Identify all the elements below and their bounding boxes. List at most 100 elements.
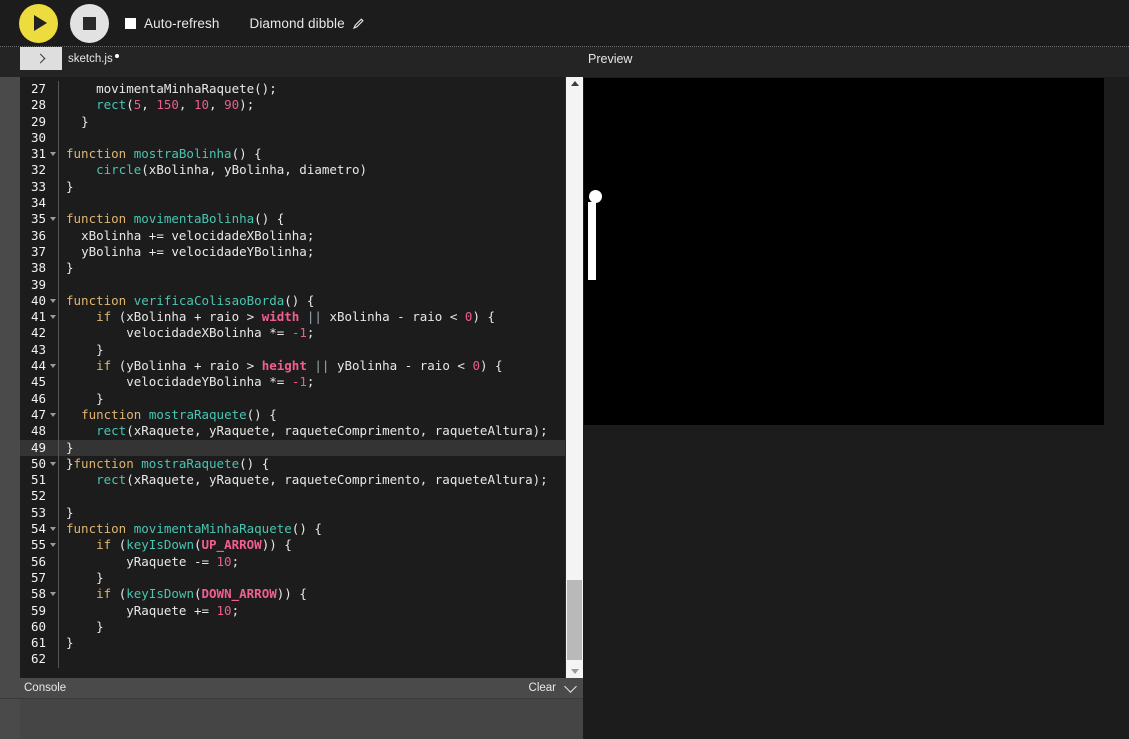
code-line[interactable]: 53} [20, 504, 565, 522]
play-icon [34, 15, 47, 31]
chevron-right-icon [35, 53, 45, 64]
code-line[interactable]: 39 [20, 276, 565, 293]
code-text: function mostraBolinha() { [66, 146, 262, 162]
line-number: 62 [30, 651, 46, 667]
code-line[interactable]: 33} [20, 178, 565, 196]
sidebar-toggle-button[interactable] [20, 47, 62, 70]
p5-web-editor: Auto-refresh Diamond dibble sketch.js Pr… [0, 0, 1129, 739]
gutter-divider [58, 211, 59, 228]
code-text: yRaquete -= 10; [66, 553, 240, 569]
stop-button[interactable] [70, 3, 109, 43]
gutter-divider [58, 97, 59, 114]
scrollbar-thumb[interactable] [567, 580, 582, 660]
code-text: if (keyIsDown(UP_ARROW)) { [96, 537, 292, 553]
auto-refresh-toggle[interactable]: Auto-refresh [125, 16, 219, 31]
line-number: 32 [30, 162, 46, 178]
gutter-divider [58, 635, 59, 652]
code-line[interactable]: 31 function mostraBolinha() { [20, 146, 565, 163]
code-line[interactable]: 54 function movimentaMinhaRaquete() { [20, 521, 565, 538]
console-output [20, 699, 583, 739]
chevron-down-icon[interactable] [564, 679, 577, 693]
code-text: circle(xBolinha, yBolinha, diametro) [96, 162, 368, 178]
code-line[interactable]: 56 yRaquete -= 10; [20, 553, 565, 570]
code-line[interactable]: 30 [20, 129, 565, 147]
paddle-shape [588, 202, 596, 280]
code-line[interactable]: 52 [20, 488, 565, 505]
code-line[interactable]: 41 if (xBolinha + raio > width || xBolin… [20, 309, 565, 326]
gutter-divider [58, 374, 59, 391]
gutter-divider [58, 472, 59, 489]
code-line[interactable]: 42 velocidadeXBolinha *= -1; [20, 325, 565, 342]
gutter-divider [58, 602, 59, 619]
console-actions: Clear [529, 679, 577, 695]
editor-panel: 27 movimentaMinhaRaquete(); 28 rect(5, 15… [0, 77, 583, 678]
code-line[interactable]: 61} [20, 635, 565, 652]
line-number: 33 [30, 178, 46, 194]
code-text: velocidadeXBolinha *= -1; [66, 325, 315, 341]
line-number: 49 [30, 439, 46, 455]
code-text: function mostraRaquete() { [81, 406, 277, 422]
code-line[interactable]: 47 function mostraRaquete() { [20, 406, 565, 424]
gutter-divider [58, 243, 59, 261]
code-text: } [66, 390, 104, 406]
gutter-divider [58, 260, 59, 277]
code-line[interactable]: 55 if (keyIsDown(UP_ARROW)) { [20, 537, 565, 554]
code-line[interactable]: 38} [20, 260, 565, 277]
code-line[interactable]: 37 yBolinha += velocidadeYBolinha; [20, 243, 565, 261]
console-header[interactable]: Console Clear [0, 678, 583, 699]
editor-vertical-scrollbar[interactable] [565, 77, 583, 678]
line-number: 59 [30, 602, 46, 618]
code-lines[interactable]: 27 movimentaMinhaRaquete(); 28 rect(5, 15… [20, 81, 565, 668]
code-line[interactable]: 60 } [20, 618, 565, 636]
scroll-down-button[interactable] [566, 665, 583, 678]
line-number: 30 [30, 129, 46, 145]
code-line[interactable]: 62 [20, 651, 565, 668]
code-line[interactable]: 35 function movimentaBolinha() { [20, 211, 565, 228]
console-title: Console [24, 682, 67, 694]
code-editor[interactable]: 27 movimentaMinhaRaquete(); 28 rect(5, 15… [20, 77, 565, 678]
code-text: function verificaColisaoBorda() { [66, 292, 315, 308]
code-line[interactable]: 29 } [20, 113, 565, 130]
code-line[interactable]: 57 } [20, 569, 565, 587]
line-number: 40 [30, 292, 46, 308]
code-line[interactable]: 34 [20, 195, 565, 212]
code-line[interactable]: 27 movimentaMinhaRaquete(); [20, 81, 565, 98]
code-line[interactable]: 36 xBolinha += velocidadeXBolinha; [20, 227, 565, 244]
gutter-divider [58, 553, 59, 570]
gutter-divider [58, 569, 59, 587]
pencil-icon[interactable] [352, 17, 365, 30]
code-line[interactable]: 44 if (yBolinha + raio > height || yBoli… [20, 358, 565, 375]
code-line[interactable]: 46 } [20, 390, 565, 407]
gutter-divider [58, 178, 59, 196]
code-line[interactable]: 59 yRaquete += 10; [20, 602, 565, 619]
line-number: 42 [30, 325, 46, 341]
code-line[interactable]: 48 rect(xRaquete, yRaquete, raqueteCompr… [20, 423, 565, 440]
auto-refresh-checkbox[interactable] [125, 17, 136, 29]
code-line[interactable]: 40 function verificaColisaoBorda() { [20, 292, 565, 310]
code-line[interactable]: 45 velocidadeYBolinha *= -1; [20, 374, 565, 391]
code-line[interactable]: 28 rect(5, 150, 10, 90); [20, 97, 565, 114]
code-line[interactable]: 32 circle(xBolinha, yBolinha, diametro) [20, 162, 565, 179]
sketch-name-button[interactable]: Diamond dibble [249, 16, 364, 31]
code-text: }function mostraRaquete() { [66, 455, 270, 471]
code-line[interactable]: 58 if (keyIsDown(DOWN_ARROW)) { [20, 586, 565, 603]
code-text: rect(xRaquete, yRaquete, raqueteComprime… [96, 472, 548, 488]
gutter-divider [58, 292, 59, 310]
scroll-up-button[interactable] [566, 77, 583, 90]
sketch-canvas[interactable] [584, 78, 1104, 425]
gutter-divider [58, 488, 59, 505]
code-text: } [66, 635, 74, 651]
code-line[interactable]: 49} [20, 439, 565, 456]
tab-sketch-js[interactable]: sketch.js [68, 47, 119, 70]
code-line[interactable]: 51 rect(xRaquete, yRaquete, raqueteCompr… [20, 472, 565, 489]
code-line[interactable]: 43 } [20, 341, 565, 359]
line-number: 39 [30, 276, 46, 292]
toolbar: Auto-refresh Diamond dibble [0, 0, 1129, 46]
line-number: 44 [30, 358, 46, 374]
code-text: function movimentaBolinha() { [66, 211, 285, 227]
play-button[interactable] [19, 3, 58, 43]
code-text: if (yBolinha + raio > height || yBolinha… [96, 358, 503, 374]
clear-console-button[interactable]: Clear [529, 682, 556, 694]
code-line[interactable]: 50}function mostraRaquete() { [20, 455, 565, 473]
code-text: } [66, 178, 74, 194]
